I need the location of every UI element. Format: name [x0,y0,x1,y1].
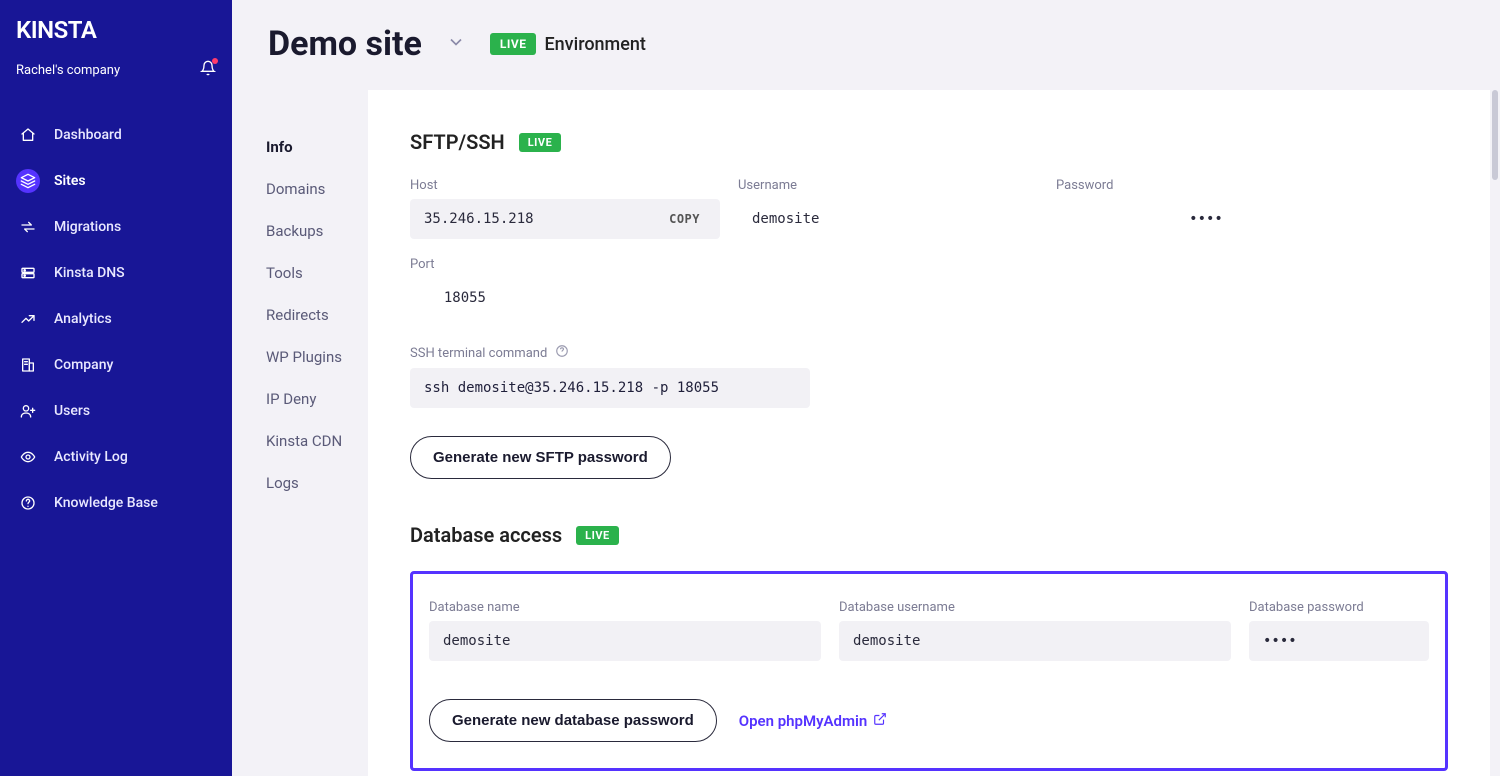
sidebar: KINSTA Rachel's company Dashboard Sites … [0,0,232,776]
nav-label: Analytics [54,311,112,327]
chevron-down-icon[interactable] [446,32,466,56]
copy-host-button[interactable]: COPY [663,211,706,227]
nav-migrations[interactable]: Migrations [4,204,228,250]
nav-kb[interactable]: Knowledge Base [4,480,228,526]
host-value: 35.246.15.218 [424,211,534,227]
db-section: Database access LIVE Database name demos… [410,523,1448,771]
help-circle-icon[interactable] [555,344,569,362]
nav-label: Knowledge Base [54,495,158,511]
db-name-value: demosite [429,621,821,661]
nav-analytics[interactable]: Analytics [4,296,228,342]
page-title: Demo site [268,24,422,64]
db-highlight-box: Database name demosite Database username… [410,571,1448,771]
nav-label: Dashboard [54,127,122,143]
primary-nav: Dashboard Sites Migrations Kinsta DNS An… [0,112,232,526]
scrollbar[interactable] [1490,90,1500,776]
password-label: Password [1056,178,1356,193]
users-icon [16,399,40,423]
nav-dashboard[interactable]: Dashboard [4,112,228,158]
phpmyadmin-label: Open phpMyAdmin [739,712,868,730]
nav-label: Users [54,403,90,419]
nav-dns[interactable]: Kinsta DNS [4,250,228,296]
db-title: Database access [410,523,562,547]
site-subnav: Info Domains Backups Tools Redirects WP … [232,90,368,776]
nav-label: Company [54,357,113,373]
sftp-section: SFTP/SSH LIVE Host 35.246.15.218 COPY [410,130,1448,479]
nav-label: Activity Log [54,449,128,465]
host-label: Host [410,178,720,193]
username-value: demosite [738,199,1038,239]
company-icon [16,353,40,377]
db-user-label: Database username [839,600,1231,615]
password-value: •••• [1056,199,1356,239]
host-value-box: 35.246.15.218 COPY [410,199,720,239]
db-pass-value: •••• [1249,621,1429,661]
subnav-backups[interactable]: Backups [266,210,368,252]
page-header: Demo site LIVE Environment [232,0,1500,90]
home-icon [16,123,40,147]
generate-sftp-password-button[interactable]: Generate new SFTP password [410,436,671,479]
db-name-label: Database name [429,600,821,615]
generate-db-password-button[interactable]: Generate new database password [429,699,717,742]
nav-activity[interactable]: Activity Log [4,434,228,480]
nav-label: Migrations [54,219,121,235]
nav-label: Kinsta DNS [54,265,125,281]
port-value: 18055 [410,278,500,318]
subnav-redirects[interactable]: Redirects [266,294,368,336]
nav-users[interactable]: Users [4,388,228,434]
ssh-cmd-value: ssh demosite@35.246.15.218 -p 18055 [410,368,810,408]
eye-icon [16,445,40,469]
subnav-info[interactable]: Info [266,126,368,168]
port-label: Port [410,257,500,272]
dns-icon [16,261,40,285]
company-name[interactable]: Rachel's company [16,63,120,78]
migrate-icon [16,215,40,239]
username-label: Username [738,178,1038,193]
subnav-domains[interactable]: Domains [266,168,368,210]
ssh-cmd-label: SSH terminal command [410,346,547,361]
subnav-cdn[interactable]: Kinsta CDN [266,420,368,462]
db-user-value: demosite [839,621,1231,661]
live-badge: LIVE [576,526,619,545]
live-badge: LIVE [519,133,562,152]
env-label: Environment [544,34,645,55]
subnav-ip-deny[interactable]: IP Deny [266,378,368,420]
subnav-wp-plugins[interactable]: WP Plugins [266,336,368,378]
layers-icon [16,169,40,193]
subnav-tools[interactable]: Tools [266,252,368,294]
nav-sites[interactable]: Sites [4,158,228,204]
analytics-icon [16,307,40,331]
nav-label: Sites [54,173,86,189]
nav-company[interactable]: Company [4,342,228,388]
open-phpmyadmin-link[interactable]: Open phpMyAdmin [739,712,888,730]
env-badge: LIVE [490,33,537,55]
external-link-icon [873,712,887,730]
brand-logo: KINSTA [0,12,232,54]
sftp-title: SFTP/SSH [410,130,505,154]
subnav-logs[interactable]: Logs [266,462,368,504]
db-pass-label: Database password [1249,600,1429,615]
content-panel: SFTP/SSH LIVE Host 35.246.15.218 COPY [368,90,1490,776]
bell-icon[interactable] [200,60,216,80]
help-icon [16,491,40,515]
